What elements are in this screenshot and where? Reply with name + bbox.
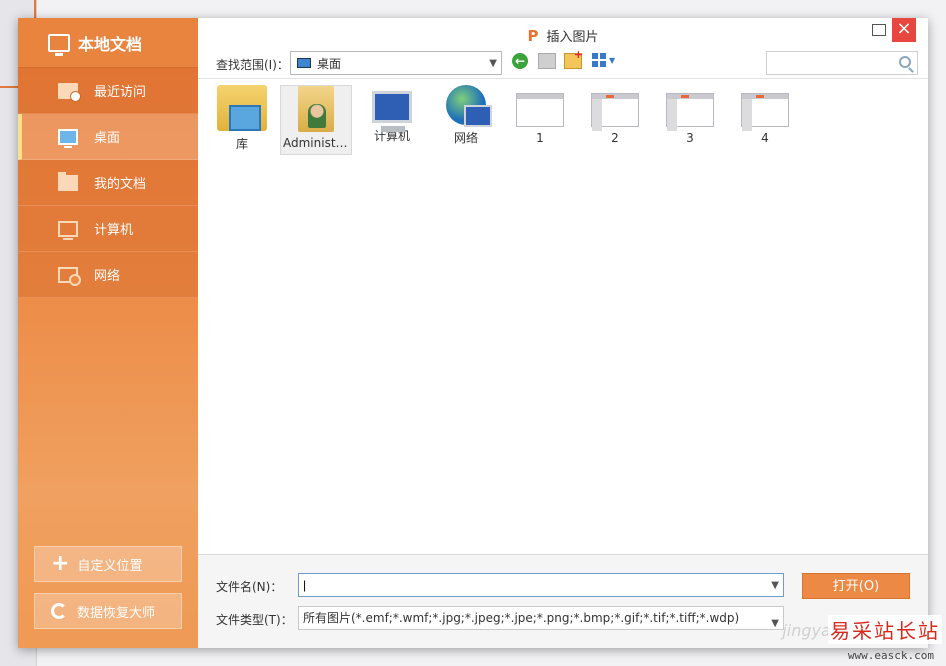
filetype-select[interactable]: 所有图片(*.emf;*.wmf;*.jpg;*.jpeg;*.jpe;*.pn…: [298, 606, 784, 630]
slide-thumbnail-icon: [516, 93, 564, 127]
filename-input[interactable]: [299, 574, 759, 596]
main-panel: P 插入图片 × 查找范围(I)： 桌面 ▼ ← ▼: [198, 18, 928, 648]
slide-thumbnail-icon: [666, 93, 714, 131]
title-bar: P 插入图片 ×: [198, 18, 928, 48]
chevron-down-icon[interactable]: ▼: [771, 580, 779, 591]
library-folder-icon: [217, 85, 267, 131]
watermark-text: 易采站长站: [828, 615, 942, 644]
filename-field[interactable]: ▼: [298, 573, 784, 597]
chevron-down-icon: ▼: [489, 58, 497, 69]
file-item-slide-4[interactable]: 4: [729, 85, 801, 155]
desktop-icon: [297, 58, 311, 68]
sidebar-item-desktop[interactable]: 桌面: [18, 114, 198, 160]
sidebar-title: 本地文档: [78, 34, 143, 54]
sidebar: 本地文档 最近访问 桌面 我的文档 计算机 网络 + 自定义位置 数据恢复大师: [18, 18, 198, 648]
sidebar-item-label: 计算机: [94, 223, 134, 238]
computer-icon: [58, 220, 78, 240]
plus-icon: +: [51, 551, 70, 576]
sidebar-item-label: 网络: [94, 269, 121, 284]
recovery-icon: [51, 603, 67, 619]
maximize-button[interactable]: [872, 24, 886, 36]
network-icon: [58, 266, 81, 286]
up-folder-button[interactable]: [538, 53, 556, 69]
file-label: 3: [686, 131, 694, 145]
search-box[interactable]: [766, 51, 918, 75]
chevron-down-icon: ▼: [771, 618, 779, 629]
filename-label: 文件名(N)：: [216, 580, 283, 594]
open-button[interactable]: 打开(O): [802, 573, 910, 599]
slide-thumbnail-icon: [741, 93, 789, 131]
file-list: 库 Administr... 计算机 网络 1 2 3 4: [198, 78, 928, 554]
file-label: 2: [611, 131, 619, 145]
search-input[interactable]: [767, 52, 887, 74]
toolbar: 查找范围(I)： 桌面 ▼ ← ▼: [198, 48, 928, 78]
filetype-label: 文件类型(T)：: [216, 613, 293, 627]
file-label: 1: [536, 131, 544, 145]
file-item-slide-1[interactable]: 1: [504, 85, 576, 155]
file-item-library[interactable]: 库: [206, 85, 278, 155]
watermark-url: www.easck.com: [847, 649, 934, 662]
sidebar-item-label: 桌面: [94, 131, 121, 146]
sidebar-item-label: 最近访问: [94, 85, 147, 100]
insert-picture-dialog: 本地文档 最近访问 桌面 我的文档 计算机 网络 + 自定义位置 数据恢复大师: [18, 18, 928, 648]
file-item-slide-3[interactable]: 3: [654, 85, 726, 155]
file-item-network[interactable]: 网络: [430, 85, 502, 155]
file-item-computer[interactable]: 计算机: [356, 85, 428, 155]
recent-folder-icon: [58, 82, 81, 102]
close-button[interactable]: ×: [892, 18, 916, 42]
search-icon[interactable]: [899, 56, 911, 68]
computer-icon: [372, 91, 412, 132]
file-item-slide-2[interactable]: 2: [579, 85, 651, 155]
back-button[interactable]: ←: [512, 53, 528, 69]
file-label: 4: [761, 131, 769, 145]
look-in-label: 查找范围(I)：: [216, 58, 289, 72]
close-icon: ×: [896, 18, 912, 39]
sidebar-item-recent[interactable]: 最近访问: [18, 68, 198, 114]
look-in-select[interactable]: 桌面 ▼: [290, 51, 502, 75]
file-label: 网络: [453, 131, 478, 145]
view-mode-button[interactable]: [592, 53, 606, 67]
file-label: 库: [235, 137, 248, 151]
monitor-icon: [48, 33, 70, 56]
view-mode-dropdown-icon[interactable]: ▼: [609, 56, 617, 72]
presentation-logo-icon: P: [527, 27, 539, 45]
file-item-administrator[interactable]: Administr...: [280, 85, 352, 155]
file-label: Administr...: [283, 136, 351, 150]
slide-thumbnail-icon: [591, 93, 639, 131]
network-globe-icon: [446, 85, 492, 127]
data-recovery-button[interactable]: 数据恢复大师: [34, 593, 182, 629]
look-in-value: 桌面: [317, 56, 342, 71]
sidebar-item-documents[interactable]: 我的文档: [18, 160, 198, 206]
desktop-icon: [58, 128, 78, 148]
data-recovery-label: 数据恢复大师: [77, 605, 156, 621]
user-folder-icon: [298, 86, 334, 132]
dialog-title: P 插入图片: [198, 26, 928, 45]
filetype-value: 所有图片(*.emf;*.wmf;*.jpg;*.jpeg;*.jpe;*.pn…: [303, 611, 740, 625]
documents-folder-icon: [58, 171, 78, 191]
dialog-title-text: 插入图片: [546, 30, 599, 45]
sidebar-item-computer[interactable]: 计算机: [18, 206, 198, 252]
new-folder-button[interactable]: [564, 48, 583, 69]
sidebar-header: 本地文档: [18, 18, 198, 68]
custom-location-button[interactable]: + 自定义位置: [34, 546, 182, 582]
sidebar-item-network[interactable]: 网络: [18, 252, 198, 298]
sidebar-item-label: 我的文档: [94, 177, 147, 192]
custom-location-label: 自定义位置: [77, 558, 143, 574]
back-arrow-icon: ←: [514, 54, 526, 68]
